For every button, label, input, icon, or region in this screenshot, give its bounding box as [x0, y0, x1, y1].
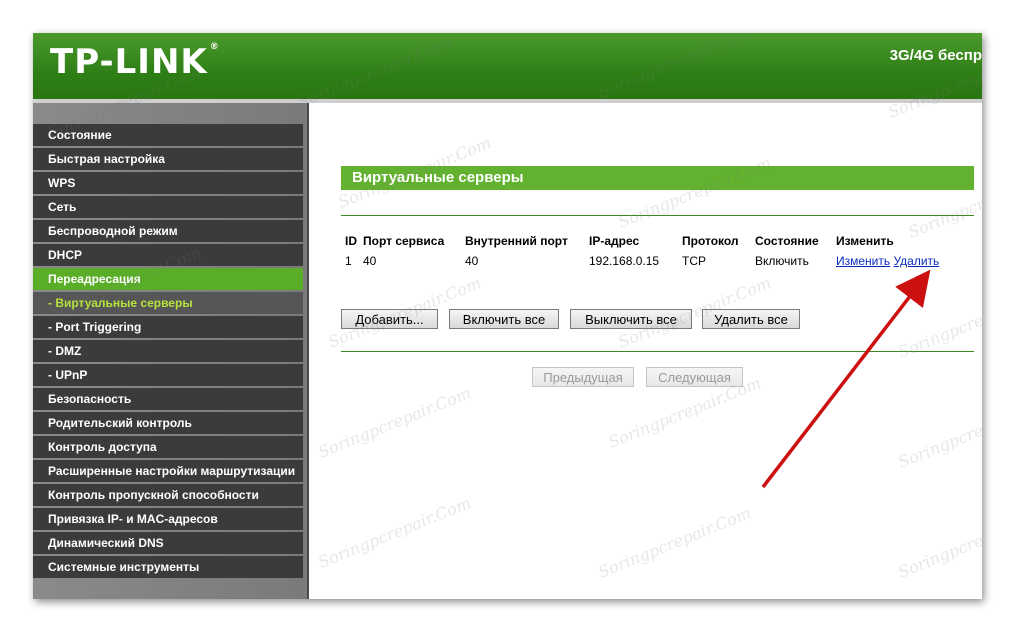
red-arrow-annotation — [761, 269, 931, 489]
arrow-line — [761, 269, 931, 489]
